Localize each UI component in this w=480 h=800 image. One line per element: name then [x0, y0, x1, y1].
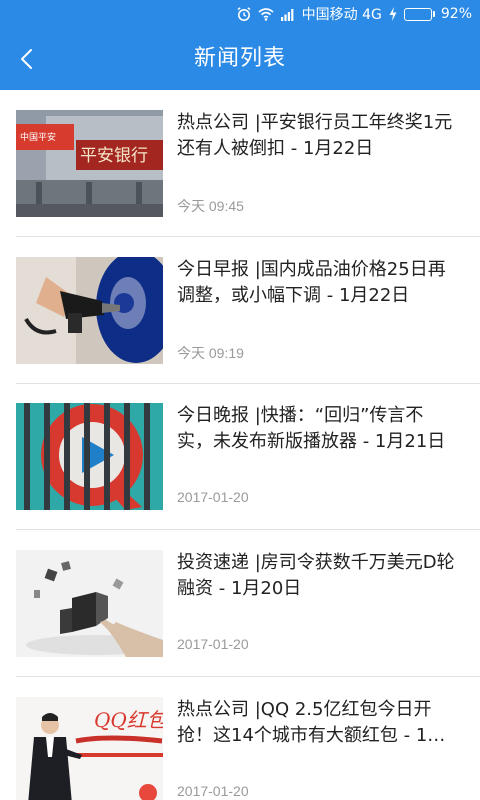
news-time: 2017-01-20: [177, 636, 249, 652]
news-list: 中国平安 平安银行 热点公司 |平安银行员工年终奖1元 还有人被倒扣 - 1月2…: [0, 90, 480, 800]
news-title: 今日晚报 |快播：“回归”传言不实，未发布新版播放器 - 1月21日: [177, 405, 446, 452]
news-title: 热点公司 |QQ 2.5亿红包今日开抢！这14个城市有大额红包 - 1月20日: [177, 699, 457, 746]
back-button[interactable]: [8, 39, 48, 79]
news-title: 今日早报 |国内成品油价格25日再调整，或小幅下调 - 1月22日: [177, 259, 446, 306]
news-thumbnail: [16, 257, 163, 364]
news-item[interactable]: 今日晚报 |快播：“回归”传言不实，未发布新版播放器 - 1月21日 2017-…: [0, 383, 480, 530]
status-icons: 中国移动 4G 92%: [236, 0, 472, 28]
news-time: 2017-01-20: [177, 489, 249, 505]
chevron-left-icon: [21, 49, 32, 69]
news-thumbnail: QQ红包: [16, 697, 163, 800]
signal-icon: [280, 6, 296, 22]
news-item[interactable]: QQ红包 热点公司 |QQ 2.5亿红包今日开抢！这14个城市有大额红包 - 1…: [0, 677, 480, 800]
page-title: 新闻列表: [193, 46, 286, 71]
status-bar: 中国移动 4G 92%: [0, 0, 480, 28]
news-time: 今天 09:19: [177, 345, 244, 361]
battery-icon: [403, 7, 435, 21]
thumbnail-logo-text: 中国平安: [20, 131, 56, 143]
alarm-icon: [236, 6, 252, 22]
news-item[interactable]: 投资速递 |房司令获数千万美元D轮融资 - 1月20日 2017-01-20: [0, 530, 480, 677]
news-item[interactable]: 今日早报 |国内成品油价格25日再调整，或小幅下调 - 1月22日 今天 09:…: [0, 237, 480, 384]
news-thumbnail: 中国平安 平安银行: [16, 110, 163, 217]
news-title: 热点公司 |平安银行员工年终奖1元 还有人被倒扣 - 1月22日: [177, 112, 453, 159]
app-bar: 新闻列表: [0, 28, 480, 90]
thumbnail-sign-text: QQ红包: [94, 708, 163, 732]
news-thumbnail: [16, 550, 163, 657]
news-item[interactable]: 中国平安 平安银行 热点公司 |平安银行员工年终奖1元 还有人被倒扣 - 1月2…: [0, 90, 480, 237]
news-title: 投资速递 |房司令获数千万美元D轮融资 - 1月20日: [177, 552, 455, 599]
charging-icon: [388, 6, 398, 22]
news-time: 今天 09:45: [177, 198, 244, 214]
thumbnail-sign-text: 平安银行: [80, 146, 148, 166]
battery-percent: 92%: [440, 6, 472, 22]
wifi-icon: [258, 6, 274, 22]
news-thumbnail: [16, 403, 163, 510]
carrier-label: 中国移动 4G: [301, 7, 382, 23]
news-time: 2017-01-20: [177, 783, 249, 799]
